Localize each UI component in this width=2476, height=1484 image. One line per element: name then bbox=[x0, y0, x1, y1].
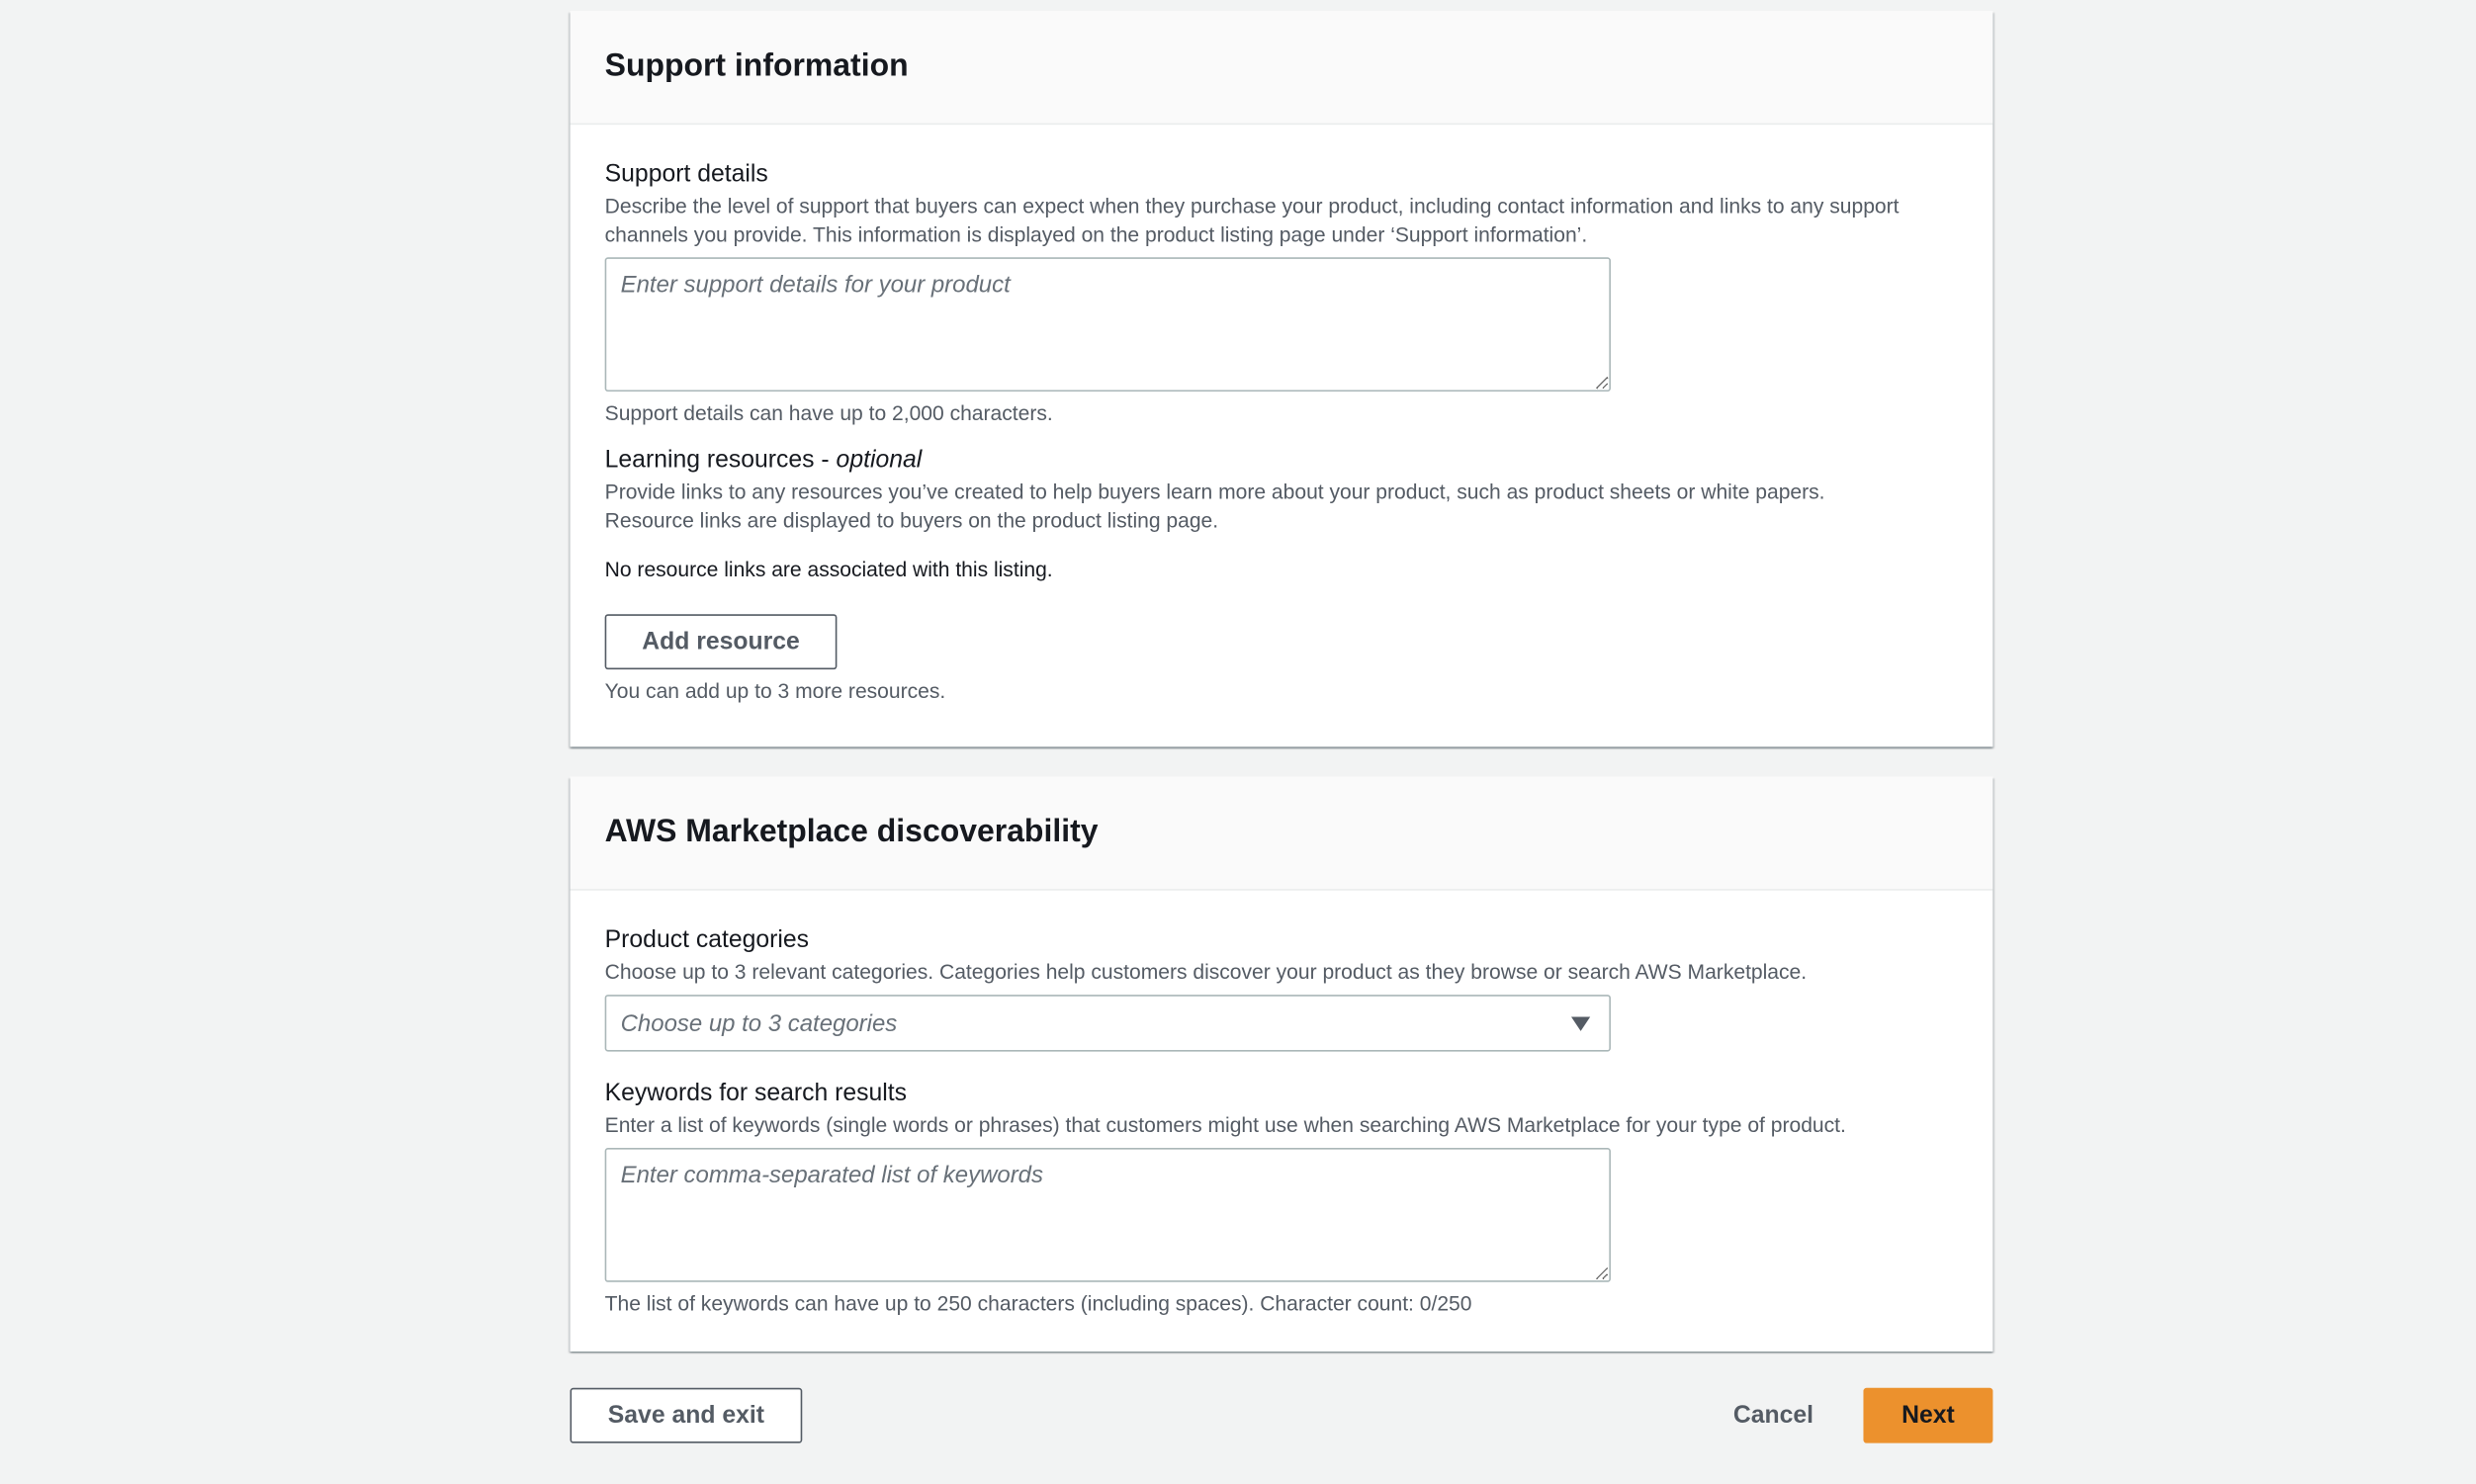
panel-header: AWS Marketplace discoverability bbox=[570, 776, 1993, 891]
support-details-label: Support details bbox=[604, 160, 768, 189]
keywords-label: Keywords for search results bbox=[604, 1080, 908, 1107]
keywords-hint: The list of keywords can have up to 250 … bbox=[604, 1291, 1472, 1316]
keywords-description: Enter a list of keywords (single words o… bbox=[604, 1112, 1846, 1137]
learning-resources-label: Learning resources - optional bbox=[605, 444, 1959, 479]
no-resources-message: No resource links are associated with th… bbox=[604, 557, 1053, 581]
support-information-panel: Support information Support details Desc… bbox=[570, 11, 1993, 747]
optional-tag: optional bbox=[836, 446, 923, 475]
discoverability-panel: AWS Marketplace discoverability Product … bbox=[570, 776, 1993, 1353]
next-button[interactable]: Next bbox=[1863, 1387, 1993, 1443]
product-categories-label: Product categories bbox=[604, 926, 810, 954]
caret-down-icon bbox=[1571, 1015, 1591, 1031]
save-and-exit-button[interactable]: Save and exit bbox=[570, 1387, 803, 1443]
product-categories-description: Choose up to 3 relevant categories. Cate… bbox=[604, 959, 1808, 984]
support-details-input[interactable] bbox=[604, 257, 1611, 393]
add-resource-button[interactable]: Add resource bbox=[604, 614, 838, 670]
panel-title: Support information bbox=[604, 48, 909, 84]
panel-title: AWS Marketplace discoverability bbox=[604, 815, 1099, 850]
support-details-hint: Support details can have up to 2,000 cha… bbox=[604, 400, 1053, 425]
learning-resources-description: Provide links to any resources you’ve cr… bbox=[604, 480, 1825, 533]
panel-header: Support information bbox=[570, 11, 1993, 126]
categories-select[interactable]: Choose up to 3 categories bbox=[604, 995, 1611, 1052]
learning-label-text: Learning resources - bbox=[604, 446, 837, 475]
cancel-button[interactable]: Cancel bbox=[1712, 1388, 1835, 1443]
add-resource-hint: You can add up to 3 more resources. bbox=[604, 678, 946, 703]
support-details-description: Describe the level of support that buyer… bbox=[604, 194, 1900, 247]
keywords-input[interactable] bbox=[604, 1148, 1611, 1282]
categories-placeholder: Choose up to 3 categories bbox=[620, 1009, 898, 1037]
